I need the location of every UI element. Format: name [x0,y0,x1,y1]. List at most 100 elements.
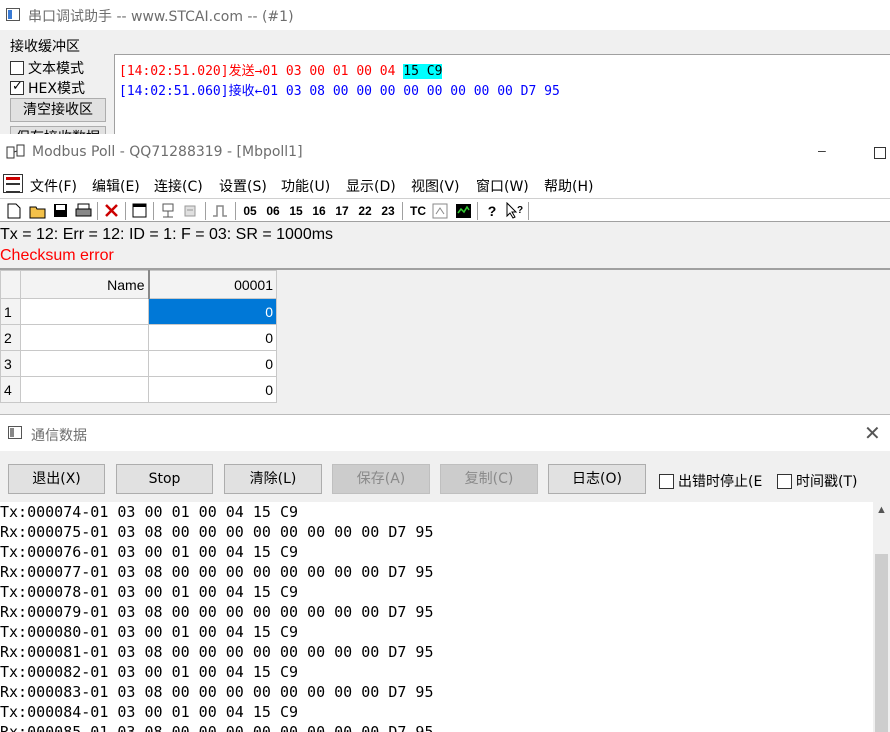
delete-icon[interactable] [104,203,119,218]
rx-line-send: [14:02:51.020]发送→01 03 00 01 00 04 15 C9 [119,60,443,79]
log-line: Rx:000075-01 03 08 00 00 00 00 00 00 00 … [0,523,434,541]
log-line: Rx:000079-01 03 08 00 00 00 00 00 00 00 … [0,603,434,621]
menu-setup[interactable]: 设置(S) [219,176,267,196]
menu-edit[interactable]: 编辑(E) [92,176,140,196]
toolbar-separator [125,202,126,220]
toolbar-separator [153,202,154,220]
log-line: Tx:000084-01 03 00 01 00 04 15 C9 [0,703,299,721]
checkbox-box[interactable] [659,473,674,489]
name-cell[interactable] [20,324,149,351]
menu-display[interactable]: 显示(D) [346,176,396,196]
menu-connect[interactable]: 连接(C) [154,176,203,196]
register-table: Name 00001 1 0 2 0 3 0 4 0 [0,270,277,403]
log-button[interactable]: 日志(O) [548,464,646,494]
clear-button[interactable]: 清除(L) [224,464,322,494]
checkbox-box-checked[interactable] [10,79,24,95]
serial-assistant-window: 串口调试助手 -- www.STCAI.com -- (#1) 接收缓冲区 文本… [0,0,890,138]
traffic-log[interactable]: Tx:000074-01 03 00 01 00 04 15 C9 Rx:0000… [0,502,873,732]
table-row: 3 0 [0,350,277,377]
stop-on-error-label: 出错时停止(E [678,474,763,490]
pulse-icon[interactable] [212,203,228,219]
disconnect-icon[interactable] [182,203,198,219]
toolbar-separator [97,202,98,220]
context-help-icon[interactable]: ? [505,202,525,220]
log-line: Rx:000081-01 03 08 00 00 00 00 00 00 00 … [0,643,434,661]
scrollbar-thumb[interactable] [875,554,888,732]
row-number: 1 [0,298,21,325]
document-icon[interactable] [3,174,23,193]
row-number: 3 [0,350,21,377]
exit-button[interactable]: 退出(X) [8,464,105,494]
value-cell[interactable]: 0 [148,324,277,351]
name-column-header[interactable]: Name [20,270,149,299]
menu-file[interactable]: 文件(F) [30,176,77,196]
scroll-up-icon[interactable]: ▲ [876,504,887,516]
save-icon[interactable] [53,203,68,218]
new-file-icon[interactable] [7,203,21,219]
log-line: Tx:000078-01 03 00 01 00 04 15 C9 [0,583,299,601]
log-line: Rx:000077-01 03 08 00 00 00 00 00 00 00 … [0,563,434,581]
fc-05-button[interactable]: 05 [241,202,259,220]
serial-window-title: 串口调试助手 -- www.STCAI.com -- (#1) [28,9,294,25]
fc-15-button[interactable]: 15 [287,202,305,220]
comm-window-title: 通信数据 [31,428,87,444]
stop-button[interactable]: Stop [116,464,213,494]
toolbar-separator [402,202,403,220]
checkbox-box[interactable] [777,473,792,489]
menu-help[interactable]: 帮助(H) [544,176,593,196]
close-icon[interactable]: ✕ [864,421,881,445]
rx-line-text: [14:02:51.060]接收←01 03 08 00 00 00 00 00… [119,84,560,99]
rx-line-highlight: 15 C9 [403,64,443,79]
name-cell[interactable] [20,376,149,403]
fc-06-button[interactable]: 06 [264,202,282,220]
toolbar-separator [235,202,236,220]
connect-icon[interactable] [160,203,176,219]
print-icon[interactable] [75,203,92,218]
text-mode-label: 文本模式 [28,61,84,77]
maximize-icon[interactable] [874,147,886,159]
fc-23-button[interactable]: 23 [379,202,397,220]
traffic-icon[interactable] [432,203,448,219]
copy-button[interactable]: 复制(C) [440,464,538,494]
menu-view[interactable]: 视图(V) [411,176,460,196]
timestamp-checkbox[interactable]: 时间戳(T) [777,471,857,491]
toolbar-separator [477,202,478,220]
menu-bar: 文件(F) 编辑(E) 连接(C) 设置(S) 功能(U) 显示(D) 视图(V… [0,170,890,198]
monitor-icon[interactable] [455,203,472,219]
fc-17-button[interactable]: 17 [333,202,351,220]
toolbar-separator [205,202,206,220]
tc-button[interactable]: TC [408,202,428,220]
value-column-header[interactable]: 00001 [147,270,277,299]
name-cell[interactable] [20,350,149,377]
fc-16-button[interactable]: 16 [310,202,328,220]
log-line: Rx:000083-01 03 08 00 00 00 00 00 00 00 … [0,683,434,701]
text-mode-checkbox[interactable]: 文本模式 [10,58,84,78]
save-button[interactable]: 保存(A) [332,464,430,494]
checkbox-box[interactable] [10,61,24,75]
name-cell[interactable] [20,298,149,325]
value-cell[interactable]: 0 [148,350,277,377]
open-folder-icon[interactable] [29,203,47,219]
row-number: 4 [0,376,21,403]
modbus-poll-window: Modbus Poll - QQ71288319 - [Mbpoll1] – 文… [0,134,890,414]
fc-22-button[interactable]: 22 [356,202,374,220]
modbus-app-icon [6,144,25,159]
receive-text-area[interactable]: [14:02:51.020]发送→01 03 00 01 00 04 15 C9… [114,54,890,134]
stop-on-error-checkbox[interactable]: 出错时停止(E [659,471,762,491]
hex-mode-label: HEX模式 [28,81,85,97]
help-icon[interactable]: ? [485,202,499,220]
minimize-icon[interactable]: – [818,142,832,158]
value-cell[interactable]: 0 [148,376,277,403]
log-scrollbar[interactable]: ▲ [873,502,890,732]
table-row: 1 0 [0,298,277,325]
value-cell-selected[interactable]: 0 [148,298,277,325]
table-header-row: Name 00001 [0,270,277,299]
hex-mode-checkbox[interactable]: HEX模式 [10,78,85,98]
window-icon[interactable] [132,203,147,218]
clear-receive-button[interactable]: 清空接收区 [10,98,106,122]
comm-titlebar: 通信数据 ✕ [0,415,890,451]
menu-functions[interactable]: 功能(U) [281,176,330,196]
communication-traffic-dialog: 通信数据 ✕ 退出(X) Stop 清除(L) 保存(A) 复制(C) 日志(O… [0,414,890,732]
menu-window[interactable]: 窗口(W) [476,176,529,196]
svg-text:?: ? [517,205,523,216]
